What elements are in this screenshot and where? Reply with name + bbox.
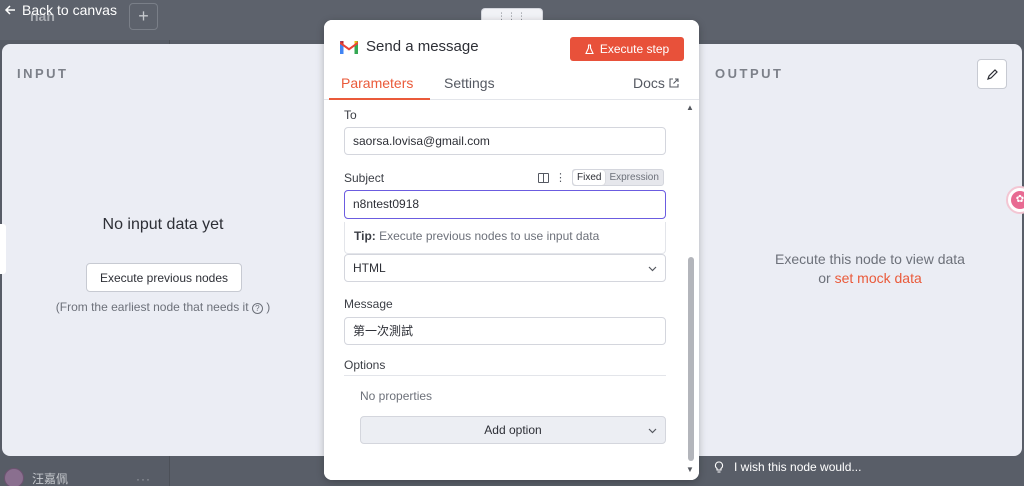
pencil-icon: [986, 68, 998, 80]
to-label: To: [344, 108, 357, 122]
fixed-expression-toggle[interactable]: Fixed Expression: [572, 169, 664, 186]
assistant-icon: ✿: [1011, 191, 1024, 209]
tab-docs[interactable]: Docs: [633, 75, 679, 91]
execute-step-label: Execute step: [599, 42, 670, 56]
user-name: 汪嘉佩: [32, 471, 69, 486]
feedback-label: I wish this node would...: [734, 460, 862, 474]
edit-output-button[interactable]: [977, 59, 1007, 89]
set-mock-data-link[interactable]: set mock data: [835, 270, 922, 286]
output-message-line-2: or set mock data: [720, 269, 1020, 288]
back-to-canvas-link[interactable]: Back to canvas: [4, 2, 117, 18]
external-link-icon: [669, 78, 679, 88]
scrollbar-thumb[interactable]: [688, 257, 694, 461]
scroll-up-arrow-icon[interactable]: ▲: [686, 103, 694, 112]
output-message-line: Execute this node to view data: [775, 251, 965, 267]
more-options-icon[interactable]: ⋮: [555, 172, 566, 183]
email-type-value: HTML: [353, 261, 386, 275]
back-to-canvas-label: Back to canvas: [22, 2, 117, 18]
email-type-select[interactable]: HTML: [344, 254, 666, 282]
user-menu: 汪嘉佩: [4, 468, 68, 486]
earliest-node-note-close: ): [266, 300, 271, 314]
output-panel-title: OUTPUT: [715, 66, 784, 81]
user-menu-dots-icon: ···: [136, 472, 151, 486]
tab-settings[interactable]: Settings: [444, 75, 495, 91]
tab-parameters[interactable]: Parameters: [341, 75, 413, 91]
earliest-node-note: (From the earliest node that needs it ? …: [2, 300, 324, 314]
lightbulb-icon: [714, 460, 724, 473]
subject-field[interactable]: n8ntest0918: [344, 190, 666, 219]
node-title: Send a message: [366, 38, 479, 55]
docs-label: Docs: [633, 75, 665, 91]
subject-tools: ⋮ Fixed Expression: [538, 169, 664, 186]
message-label: Message: [344, 297, 393, 311]
feedback-link[interactable]: I wish this node would...: [714, 460, 861, 474]
input-panel-title: INPUT: [17, 66, 69, 81]
gmail-icon: [340, 41, 358, 54]
add-tab-button: +: [129, 3, 158, 30]
input-tip: Tip: Execute previous nodes to use input…: [344, 222, 666, 254]
left-edge-tab: [0, 224, 6, 274]
expression-mode-option[interactable]: Expression: [605, 170, 662, 185]
input-panel: INPUT No input data yet Execute previous…: [2, 44, 339, 456]
chevron-down-icon: [648, 428, 657, 434]
no-properties-text: No properties: [360, 389, 433, 403]
output-panel: OUTPUT Execute this node to view data or…: [690, 44, 1022, 456]
tip-text: Execute previous nodes to use input data: [379, 229, 600, 243]
flask-icon: [584, 43, 594, 54]
earliest-node-note-text: (From the earliest node that needs it: [55, 300, 249, 314]
or-text: or: [818, 270, 831, 286]
add-option-label: Add option: [484, 423, 542, 437]
fixed-mode-option[interactable]: Fixed: [573, 170, 606, 185]
execute-previous-nodes-button[interactable]: Execute previous nodes: [86, 263, 242, 292]
expand-panel-icon[interactable]: [538, 172, 549, 183]
options-label: Options: [344, 358, 386, 372]
add-option-select[interactable]: Add option: [360, 416, 666, 444]
execute-step-button[interactable]: Execute step: [570, 37, 684, 61]
question-icon[interactable]: ?: [251, 303, 263, 314]
no-input-message: No input data yet: [102, 216, 224, 233]
options-divider: [344, 375, 666, 376]
node-settings-panel: Send a message Execute step Parameters S…: [324, 20, 699, 480]
avatar: [4, 468, 24, 486]
parameters-form: ▲ ▼ To saorsa.lovisa@gmail.com Subject ⋮…: [324, 101, 699, 480]
node-header: Send a message Execute step Parameters S…: [324, 20, 699, 100]
tip-label: Tip:: [354, 229, 376, 243]
node-tabs: Parameters Settings Docs: [324, 72, 699, 100]
to-field[interactable]: saorsa.lovisa@gmail.com: [344, 127, 666, 155]
subject-label: Subject: [344, 171, 385, 185]
arrow-left-icon: [4, 5, 15, 15]
message-field[interactable]: 第一次測試: [344, 317, 666, 345]
scroll-down-arrow-icon[interactable]: ▼: [686, 465, 694, 474]
chevron-down-icon: [648, 266, 657, 272]
active-tab-indicator: [329, 98, 430, 100]
output-empty-message: Execute this node to view data or set mo…: [720, 250, 1020, 288]
